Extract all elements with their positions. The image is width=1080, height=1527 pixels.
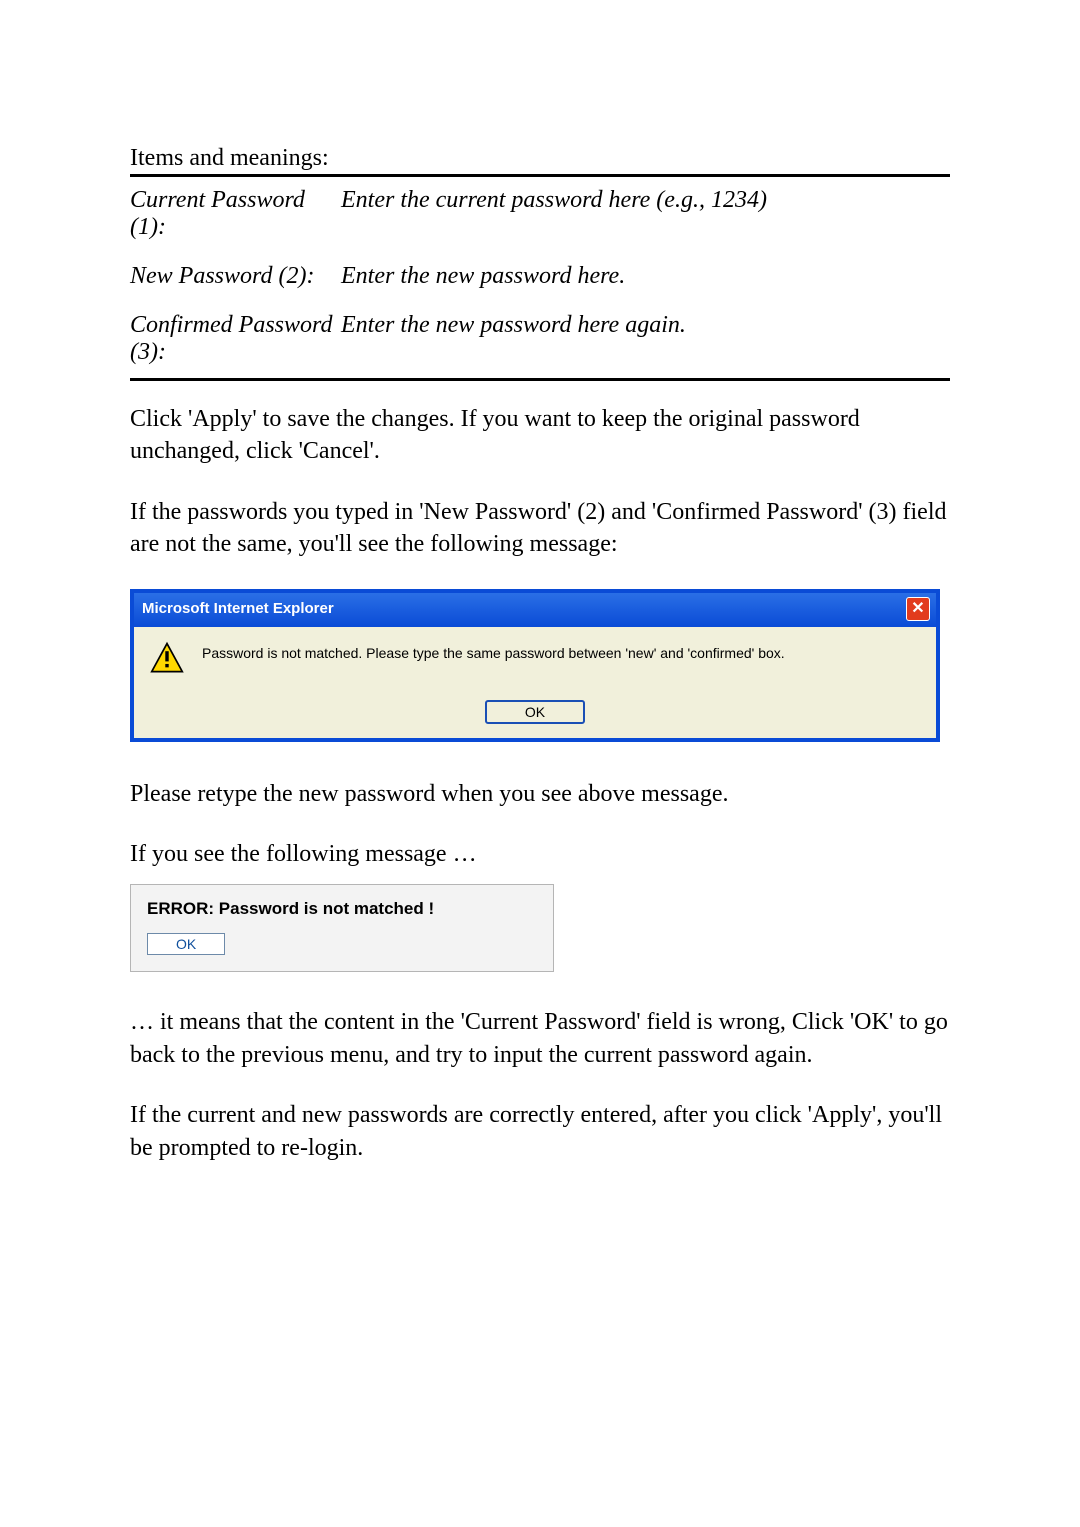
- term-confirmed-password: Confirmed Password (3):: [130, 294, 341, 370]
- paragraph-relogin: If the current and new passwords are cor…: [130, 1099, 950, 1164]
- document-page: Items and meanings: Current Password (1)…: [0, 0, 1080, 1527]
- dialog-button-row: OK: [134, 684, 936, 738]
- dialog-title-text: Microsoft Internet Explorer: [142, 600, 334, 617]
- term-new-password: New Password (2):: [130, 245, 341, 294]
- dialog-message: Password is not matched. Please type the…: [202, 641, 785, 661]
- table-row: Confirmed Password (3): Enter the new pa…: [130, 294, 950, 370]
- paragraph-mismatch-intro: If the passwords you typed in 'New Passw…: [130, 496, 950, 561]
- desc-confirmed-password: Enter the new password here again.: [341, 294, 950, 370]
- paragraph-apply-cancel: Click 'Apply' to save the changes. If yo…: [130, 403, 950, 468]
- error-box: ERROR: Password is not matched ! OK: [130, 884, 554, 972]
- close-icon: ✕: [911, 601, 924, 617]
- dialog-body: Password is not matched. Please type the…: [134, 627, 936, 684]
- error-title: ERROR: Password is not matched !: [147, 899, 537, 919]
- definitions-table: Current Password (1): Enter the current …: [130, 183, 950, 370]
- term-current-password: Current Password (1):: [130, 183, 341, 245]
- ok-button[interactable]: OK: [485, 700, 585, 724]
- desc-new-password: Enter the new password here.: [341, 245, 950, 294]
- warning-icon: [150, 641, 184, 680]
- dialog-title-bar: Microsoft Internet Explorer ✕: [134, 593, 936, 627]
- ok-button[interactable]: OK: [147, 933, 225, 955]
- table-row: Current Password (1): Enter the current …: [130, 183, 950, 245]
- close-button[interactable]: ✕: [906, 597, 930, 621]
- ie-alert-dialog: Microsoft Internet Explorer ✕ Password i…: [130, 589, 940, 742]
- desc-current-password: Enter the current password here (e.g., 1…: [341, 183, 950, 245]
- rule-top: [130, 174, 950, 177]
- paragraph-retype: Please retype the new password when you …: [130, 778, 950, 810]
- table-row: New Password (2): Enter the new password…: [130, 245, 950, 294]
- paragraph-wrong-current: … it means that the content in the 'Curr…: [130, 1006, 950, 1071]
- section-heading: Items and meanings:: [130, 145, 950, 172]
- rule-bottom: [130, 378, 950, 381]
- paragraph-following: If you see the following message …: [130, 838, 950, 870]
